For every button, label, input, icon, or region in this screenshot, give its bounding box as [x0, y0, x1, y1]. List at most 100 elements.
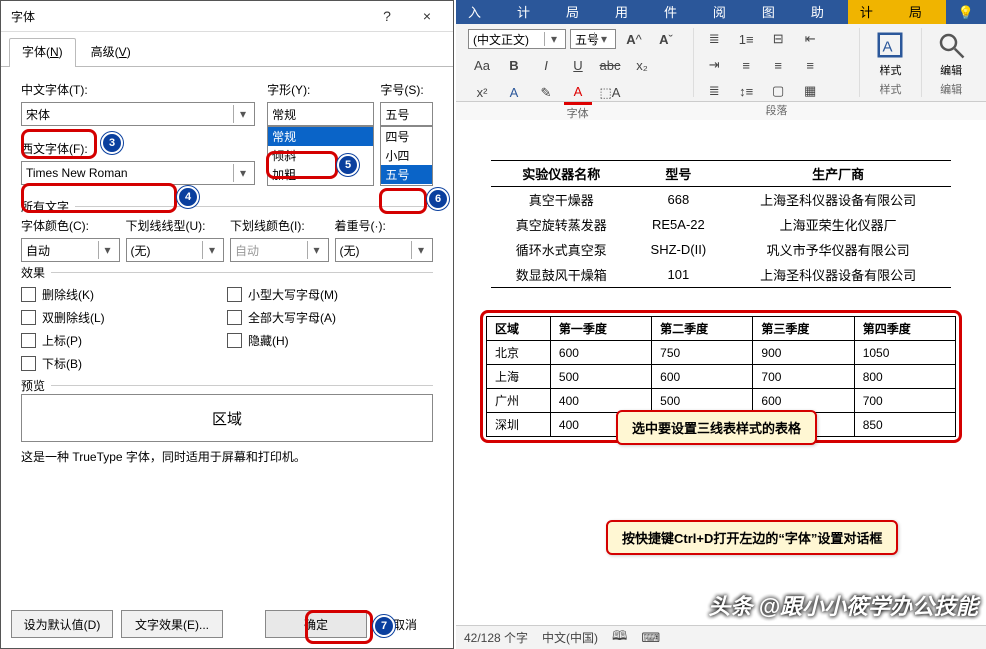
strike-icon[interactable]: abc — [596, 54, 624, 76]
ribbon-tab[interactable]: 插入 — [456, 0, 505, 24]
svg-text:A: A — [883, 38, 893, 55]
style-option[interactable]: 常规 — [268, 127, 373, 146]
dt-header: 第一季度 — [550, 317, 651, 341]
en-font-value: Times New Roman — [26, 166, 128, 180]
status-icon[interactable]: ⌨ — [641, 630, 660, 646]
change-case-icon[interactable]: Aa — [468, 54, 496, 76]
superscript-icon[interactable]: x² — [468, 82, 496, 104]
underline-style-combo[interactable]: (无)▾ — [126, 238, 225, 262]
shrink-font-icon[interactable]: Aˇ — [652, 28, 680, 50]
chk-sub[interactable]: 下标(B) — [21, 355, 227, 372]
status-lang[interactable]: 中文(中国) — [542, 629, 598, 646]
tab-advanced[interactable]: 高级(V) — [78, 38, 144, 66]
ribbon-tab[interactable]: 引用 — [603, 0, 652, 24]
tell-me-icon[interactable]: 💡 — [946, 2, 986, 24]
style-listbox[interactable]: 常规 倾斜 加粗 — [267, 126, 374, 186]
ribbon-tab[interactable]: 布局 — [897, 0, 946, 24]
grow-font-icon[interactable]: A^ — [620, 28, 648, 50]
size-option[interactable]: 四号 — [381, 127, 432, 146]
chk-hidden[interactable]: 隐藏(H) — [227, 332, 433, 349]
watermark: 头条 @跟小小筱学办公技能 — [708, 589, 978, 621]
label-cn-font: 中文字体(T): — [21, 81, 255, 98]
chevron-down-icon[interactable]: ▾ — [594, 32, 613, 46]
group-name-style: 样式 — [879, 81, 901, 97]
chk-smallcaps[interactable]: 小型大写字母(M) — [227, 286, 433, 303]
chevron-down-icon[interactable]: ▾ — [202, 241, 221, 259]
label-color: 字体颜色(C): — [21, 217, 120, 234]
three-line-table: 实验仪器名称 型号 生产厂商 真空干燥器668上海圣科仪器设备有限公司 真空旋转… — [491, 160, 951, 288]
style-input[interactable]: 常规 — [267, 102, 374, 126]
preview-box: 区域 — [21, 394, 433, 442]
chevron-down-icon[interactable]: ▾ — [544, 32, 563, 46]
ribbon-tab[interactable]: 视图 — [750, 0, 799, 24]
ribbon: (中文正文)▾ 五号▾ A^ Aˇ Aa B I U abc x₂ x² A ✎… — [456, 24, 986, 102]
label-emph: 着重号(·): — [335, 217, 434, 234]
chevron-down-icon[interactable]: ▾ — [233, 105, 252, 123]
status-pages[interactable]: 42/128 个字 — [464, 629, 528, 646]
bold-icon[interactable]: B — [500, 54, 528, 76]
increase-indent-icon[interactable]: ⇥ — [700, 54, 728, 76]
callout-2: 按快捷键Ctrl+D打开左边的“字体”设置对话框 — [606, 520, 898, 555]
preview-hint: 这是一种 TrueType 字体，同时适用于屏幕和打印机。 — [21, 448, 433, 465]
ribbon-tab[interactable]: 设计 — [848, 0, 897, 24]
chevron-down-icon[interactable]: ▾ — [98, 241, 117, 259]
align-center-icon[interactable]: ≡ — [764, 54, 792, 76]
align-left-icon[interactable]: ≡ — [732, 54, 760, 76]
styles-button[interactable]: A 样式 — [869, 28, 911, 80]
label-style: 字形(Y): — [267, 81, 374, 98]
callout-marker-7: 7 — [373, 615, 395, 637]
cn-font-combo[interactable]: 宋体 ▾ — [21, 102, 255, 126]
justify-icon[interactable]: ≣ — [700, 80, 728, 102]
label-en-font: 西文字体(F): — [21, 140, 255, 157]
ribbon-tab[interactable]: 设计 — [505, 0, 554, 24]
font-color-icon[interactable]: A — [564, 80, 592, 105]
bullets-icon[interactable]: ≣ — [700, 28, 728, 50]
en-font-combo[interactable]: Times New Roman ▾ — [21, 161, 255, 185]
text-effects-icon[interactable]: A — [500, 82, 528, 104]
tlt-header: 实验仪器名称 — [491, 161, 631, 187]
callout-marker-3: 3 — [101, 132, 123, 154]
italic-icon[interactable]: I — [532, 54, 560, 76]
group-all-text: 所有文字 — [21, 198, 75, 215]
line-spacing-icon[interactable]: ↕≡ — [732, 80, 760, 102]
chevron-down-icon[interactable]: ▾ — [233, 164, 252, 182]
shading-icon[interactable]: ▢ — [764, 80, 792, 102]
underline-icon[interactable]: U — [564, 54, 592, 76]
font-size-combo[interactable]: 五号▾ — [570, 29, 616, 49]
emphasis-combo[interactable]: (无)▾ — [335, 238, 434, 262]
default-button[interactable]: 设为默认值(D) — [11, 610, 113, 638]
borders-icon[interactable]: ▦ — [796, 80, 824, 102]
decrease-indent-icon[interactable]: ⇤ — [796, 28, 824, 50]
subscript-icon[interactable]: x₂ — [628, 54, 656, 76]
chk-strike[interactable]: 删除线(K) — [21, 286, 227, 303]
ribbon-tab[interactable]: 邮件 — [652, 0, 701, 24]
size-option[interactable]: 五号 — [381, 165, 432, 184]
ribbon-tab[interactable]: 审阅 — [701, 0, 750, 24]
char-border-icon[interactable]: ⬚A — [596, 82, 624, 104]
color-combo[interactable]: 自动▾ — [21, 238, 120, 262]
status-icon[interactable]: 🕮 — [612, 627, 627, 649]
ribbon-tab[interactable]: 帮助 — [799, 0, 848, 24]
font-name-combo[interactable]: (中文正文)▾ — [468, 29, 566, 49]
chk-dstrike[interactable]: 双删除线(L) — [21, 309, 227, 326]
highlight-icon[interactable]: ✎ — [532, 82, 560, 104]
size-listbox[interactable]: 四号 小四 五号 — [380, 126, 433, 186]
size-option[interactable]: 小四 — [381, 146, 432, 165]
editing-button[interactable]: 编辑 — [930, 28, 972, 80]
numbering-icon[interactable]: 1≡ — [732, 28, 760, 50]
group-effects: 效果 — [21, 264, 51, 281]
callout-marker-5: 5 — [337, 154, 359, 176]
chk-super[interactable]: 上标(P) — [21, 332, 227, 349]
chevron-down-icon[interactable]: ▾ — [411, 241, 430, 259]
group-name-font: 字体 — [567, 105, 589, 121]
ribbon-tab[interactable]: 布局 — [554, 0, 603, 24]
close-button[interactable]: × — [407, 1, 447, 31]
chk-allcaps[interactable]: 全部大写字母(A) — [227, 309, 433, 326]
size-input[interactable]: 五号 — [380, 102, 433, 126]
align-right-icon[interactable]: ≡ — [796, 54, 824, 76]
ok-button[interactable]: 确定 — [265, 610, 367, 638]
text-effects-button[interactable]: 文字效果(E)... — [121, 610, 223, 638]
help-button[interactable]: ? — [367, 1, 407, 31]
multilevel-icon[interactable]: ⊟ — [764, 28, 792, 50]
tab-font[interactable]: 字体(N) — [9, 38, 76, 66]
